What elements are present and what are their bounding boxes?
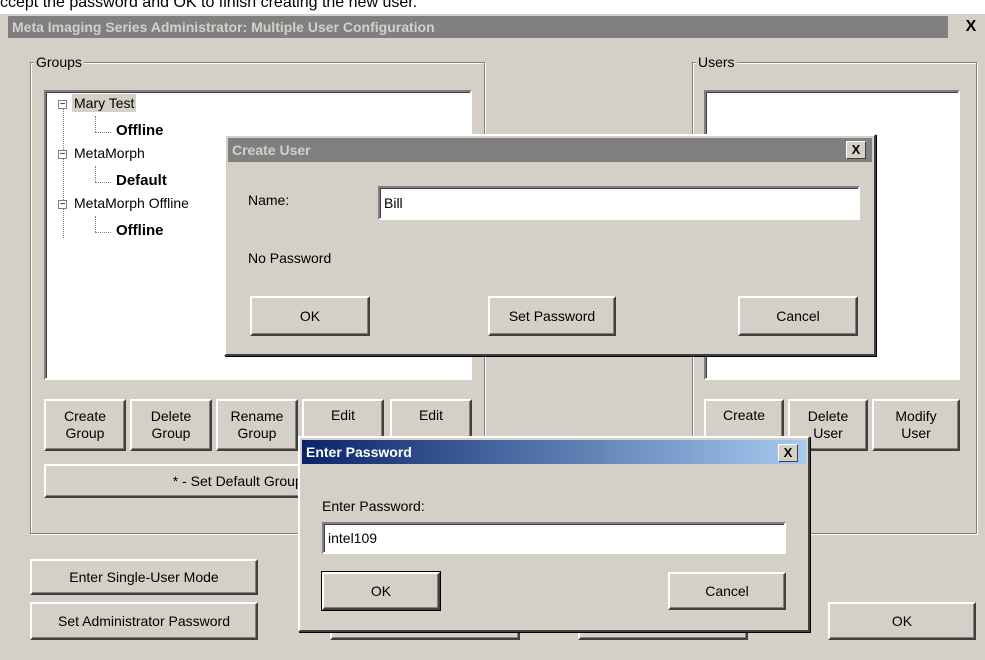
tree-group-metamorph-offline[interactable]: MetaMorph Offline — [74, 195, 189, 211]
delete-group-button[interactable]: Delete Group — [130, 399, 212, 451]
tree-group-metamorph[interactable]: MetaMorph — [74, 145, 145, 161]
create-user-cancel-button[interactable]: Cancel — [738, 296, 858, 336]
single-user-mode-button[interactable]: Enter Single-User Mode — [30, 559, 258, 595]
users-label: Users — [696, 54, 737, 70]
set-admin-password-button[interactable]: Set Administrator Password — [30, 602, 258, 640]
password-status: No Password — [248, 250, 332, 266]
password-input[interactable]: intel109 — [322, 522, 786, 554]
tree-group-mary-test[interactable]: Mary Test — [72, 94, 137, 112]
name-input[interactable]: Bill — [378, 186, 860, 220]
tree-child-offline[interactable]: Offline — [116, 222, 164, 239]
enter-password-prompt: Enter Password: — [322, 498, 425, 514]
instruction-caption: ccept the password and OK to finish crea… — [0, 0, 418, 11]
create-user-close-icon[interactable]: X — [846, 141, 866, 159]
main-close-icon[interactable]: X — [962, 18, 980, 36]
tree-child-offline[interactable]: Offline — [116, 122, 164, 139]
enter-password-close-icon[interactable]: X — [778, 444, 798, 462]
collapse-icon[interactable]: − — [58, 200, 67, 210]
groups-label: Groups — [34, 54, 84, 70]
create-user-ok-button[interactable]: OK — [250, 296, 370, 336]
main-ok-button[interactable]: OK — [828, 602, 976, 640]
enter-password-cancel-button[interactable]: Cancel — [668, 572, 786, 610]
enter-password-title-bar: Enter Password — [302, 440, 806, 464]
name-label: Name: — [248, 192, 290, 208]
tree-child-default[interactable]: Default — [116, 172, 167, 189]
modify-user-button[interactable]: Modify User — [872, 399, 960, 451]
create-user-dialog: Create User X Name: Bill No Password OK … — [224, 134, 876, 356]
set-password-button[interactable]: Set Password — [488, 296, 616, 336]
enter-password-title: Enter Password — [306, 444, 412, 460]
create-group-button[interactable]: Create Group — [44, 399, 126, 451]
collapse-icon[interactable]: − — [58, 150, 67, 160]
rename-group-button[interactable]: Rename Group — [216, 399, 298, 451]
create-user-title: Create User — [232, 142, 311, 158]
collapse-icon[interactable]: − — [58, 100, 67, 110]
create-user-title-bar: Create User — [228, 138, 872, 162]
main-title-bar: Meta Imaging Series Administrator: Multi… — [8, 16, 948, 38]
main-window-title: Meta Imaging Series Administrator: Multi… — [12, 19, 435, 35]
enter-password-ok-button[interactable]: OK — [321, 571, 441, 611]
enter-password-dialog: Enter Password X Enter Password: intel10… — [298, 436, 810, 632]
